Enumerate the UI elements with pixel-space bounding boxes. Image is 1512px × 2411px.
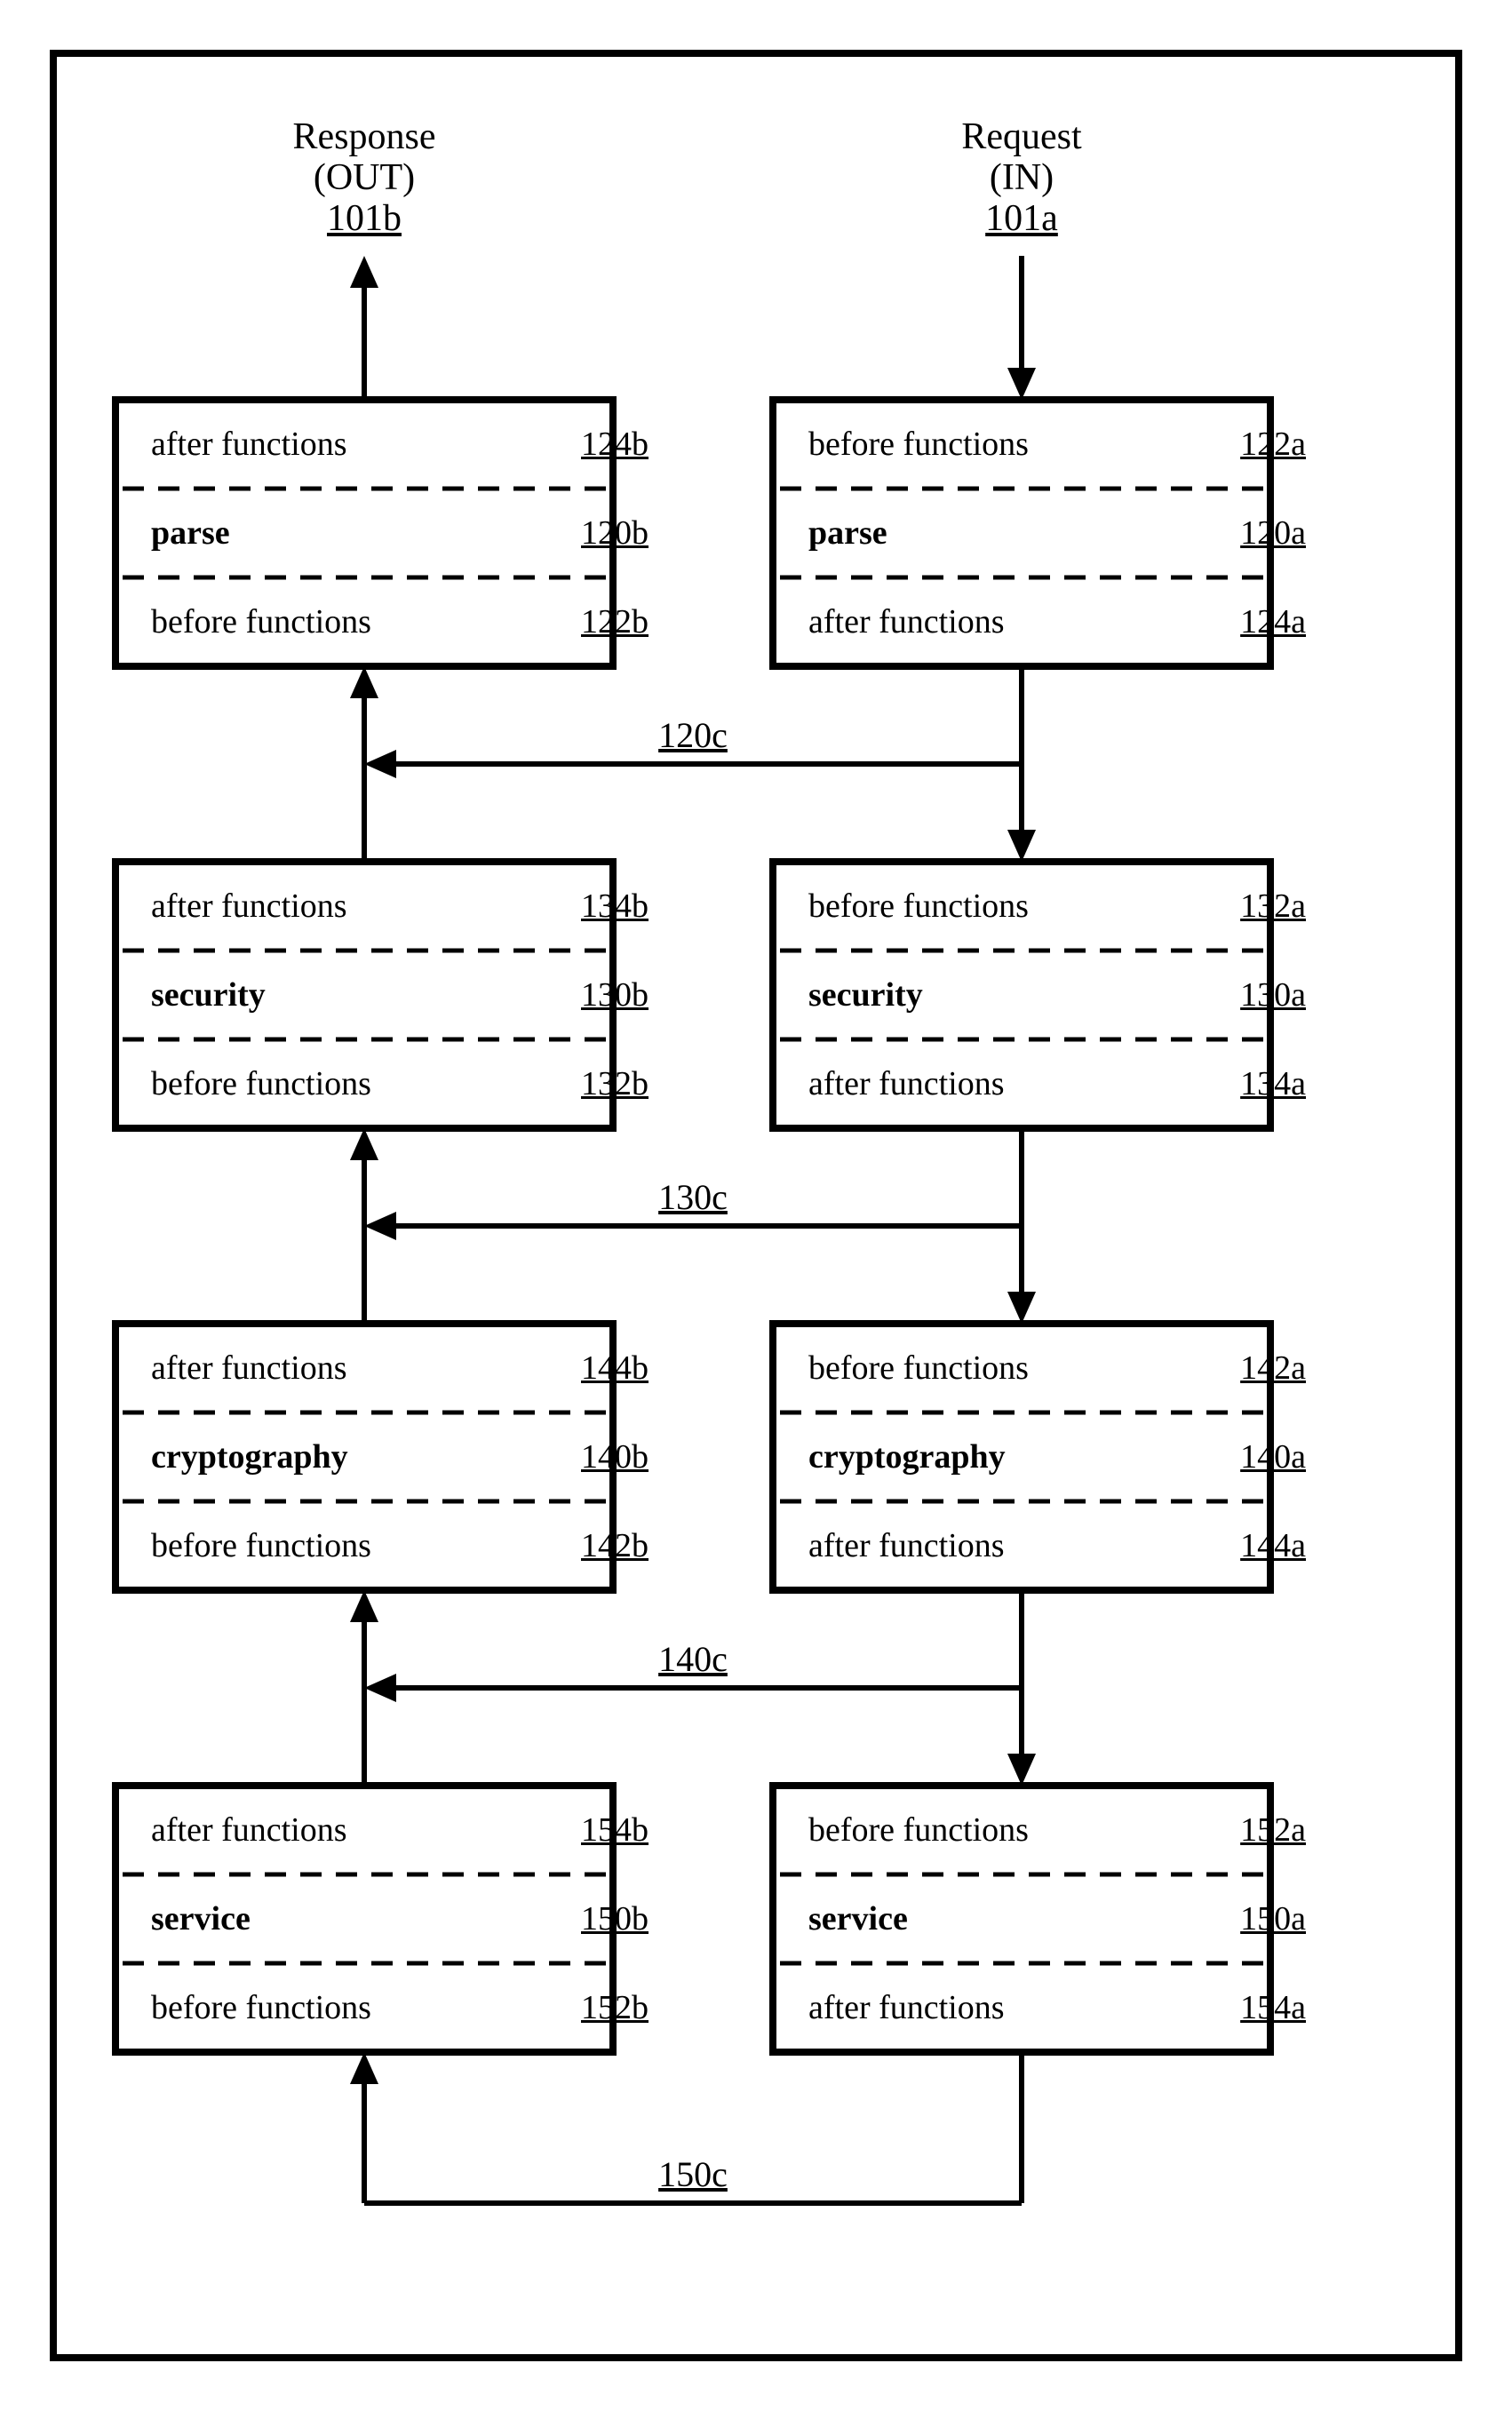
header-left-l2: (OUT): [314, 158, 415, 197]
s1-left-name: security130b: [115, 951, 684, 1039]
header-right-ref: 101a: [985, 199, 1058, 238]
header-left: Response (OUT) 101b: [231, 107, 497, 249]
s3-right-name: service150a: [773, 1874, 1341, 1963]
s0-left-bot-ref: 122b: [581, 605, 649, 639]
conn-ref-3: 150c: [613, 2152, 773, 2197]
s3-left-bot: before functions152b: [115, 1963, 684, 2052]
header-left-l1: Response: [293, 117, 436, 156]
header-left-ref: 101b: [327, 199, 402, 238]
s2-right-bot: after functions144a: [773, 1501, 1341, 1590]
s0-left-top-ref: 124b: [581, 427, 649, 461]
s0-left-name-ref: 120b: [581, 516, 649, 550]
s2-left-bot: before functions142b: [115, 1501, 684, 1590]
s0-left-bot-txt: before functions: [151, 605, 371, 639]
s0-right-bot: after functions 124a: [773, 577, 1341, 666]
s3-right-top: before functions152a: [773, 1786, 1341, 1874]
s1-right-top: before functions132a: [773, 862, 1341, 951]
header-right-l2: (IN): [990, 158, 1054, 197]
s2-left-top: after functions144b: [115, 1324, 684, 1412]
s0-right-top-ref: 122a: [1240, 427, 1306, 461]
header-right: Request (IN) 101a: [888, 107, 1155, 249]
s0-right-name: parse 120a: [773, 489, 1341, 577]
s0-right-bot-txt: after functions: [808, 605, 1005, 639]
s1-right-bot: after functions134a: [773, 1039, 1341, 1128]
s0-right-top: before functions 122a: [773, 400, 1341, 489]
s0-left-top: after functions 124b: [115, 400, 684, 489]
s1-left-bot: before functions132b: [115, 1039, 684, 1128]
header-right-l1: Request: [961, 117, 1081, 156]
s0-left-name-txt: parse: [151, 516, 230, 550]
s2-right-name: cryptography140a: [773, 1412, 1341, 1501]
s0-left-bot: before functions 122b: [115, 577, 684, 666]
s0-left-name: parse 120b: [115, 489, 684, 577]
s0-right-name-txt: parse: [808, 516, 887, 550]
conn-ref-2: 140c: [613, 1637, 773, 1682]
s0-right-name-ref: 120a: [1240, 516, 1306, 550]
conn-ref-0: 120c: [613, 713, 773, 758]
s3-right-bot: after functions154a: [773, 1963, 1341, 2052]
s1-left-top: after functions134b: [115, 862, 684, 951]
s0-right-top-txt: before functions: [808, 427, 1029, 461]
s3-left-top: after functions154b: [115, 1786, 684, 1874]
s2-left-name: cryptography140b: [115, 1412, 684, 1501]
s1-right-name: security130a: [773, 951, 1341, 1039]
s0-left-top-txt: after functions: [151, 427, 347, 461]
s3-left-name: service150b: [115, 1874, 684, 1963]
conn-ref-1: 130c: [613, 1175, 773, 1220]
s2-right-top: before functions142a: [773, 1324, 1341, 1412]
s0-right-bot-ref: 124a: [1240, 605, 1306, 639]
